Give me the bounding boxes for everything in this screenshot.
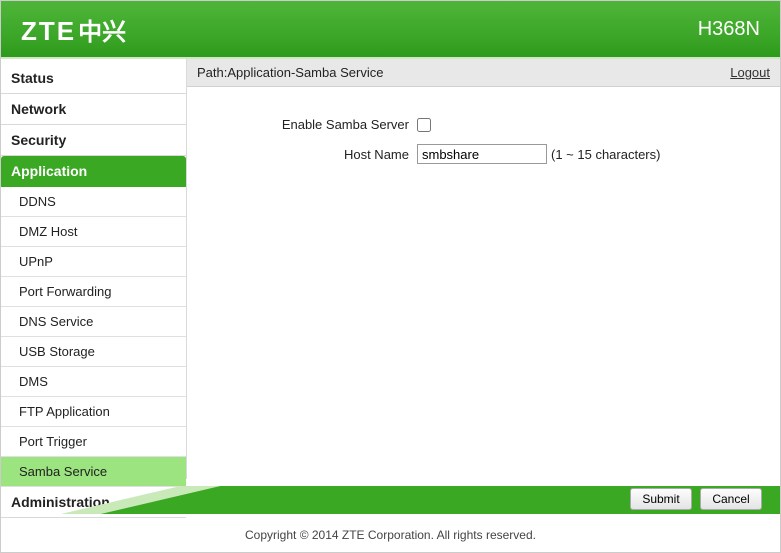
enable-samba-checkbox[interactable] xyxy=(417,118,431,132)
sidebar-sub-port-trigger[interactable]: Port Trigger xyxy=(1,427,186,457)
sidebar-item-status[interactable]: Status xyxy=(1,63,186,94)
submit-button[interactable]: Submit xyxy=(630,488,692,510)
hostname-label: Host Name xyxy=(207,147,417,162)
sidebar-item-application[interactable]: Application xyxy=(1,156,186,187)
form-area: Enable Samba Server Host Name (1 ~ 15 ch… xyxy=(187,87,780,479)
sidebar-item-network[interactable]: Network xyxy=(1,94,186,125)
sidebar-sub-dmz[interactable]: DMZ Host xyxy=(1,217,186,247)
model-label: H368N xyxy=(698,18,760,41)
logo-en: ZTE xyxy=(21,16,76,47)
main-area: Status Network Security Application DDNS… xyxy=(1,59,780,479)
logout-link[interactable]: Logout xyxy=(730,65,770,80)
sidebar-sub-upnp[interactable]: UPnP xyxy=(1,247,186,277)
sidebar: Status Network Security Application DDNS… xyxy=(1,59,187,479)
sidebar-sub-usb-storage[interactable]: USB Storage xyxy=(1,337,186,367)
sidebar-item-security[interactable]: Security xyxy=(1,125,186,156)
row-hostname: Host Name (1 ~ 15 characters) xyxy=(207,144,760,164)
sidebar-sub-dms[interactable]: DMS xyxy=(1,367,186,397)
footer-buttons: Submit Cancel xyxy=(630,488,762,510)
enable-samba-label: Enable Samba Server xyxy=(207,117,417,132)
sidebar-sub-samba[interactable]: Samba Service xyxy=(1,457,186,487)
breadcrumb-bar: Path:Application-Samba Service Logout xyxy=(187,59,780,87)
sidebar-sub-port-forwarding[interactable]: Port Forwarding xyxy=(1,277,186,307)
app-header: ZTE中兴 H368N xyxy=(1,1,780,57)
cancel-button[interactable]: Cancel xyxy=(700,488,762,510)
sidebar-sub-ddns[interactable]: DDNS xyxy=(1,187,186,217)
logo-cn: 中兴 xyxy=(78,12,126,47)
sidebar-sub-ftp[interactable]: FTP Application xyxy=(1,397,186,427)
row-enable-samba: Enable Samba Server xyxy=(207,117,760,132)
breadcrumb-path: Application-Samba Service xyxy=(227,65,383,80)
content-panel: Path:Application-Samba Service Logout En… xyxy=(187,59,780,479)
breadcrumb-prefix: Path: xyxy=(197,65,227,80)
brand-logo: ZTE中兴 xyxy=(21,12,126,47)
copyright: Copyright © 2014 ZTE Corporation. All ri… xyxy=(1,528,780,542)
hostname-input[interactable] xyxy=(417,144,547,164)
breadcrumb: Path:Application-Samba Service xyxy=(197,65,383,80)
sidebar-sub-dns-service[interactable]: DNS Service xyxy=(1,307,186,337)
hostname-hint: (1 ~ 15 characters) xyxy=(551,147,660,162)
